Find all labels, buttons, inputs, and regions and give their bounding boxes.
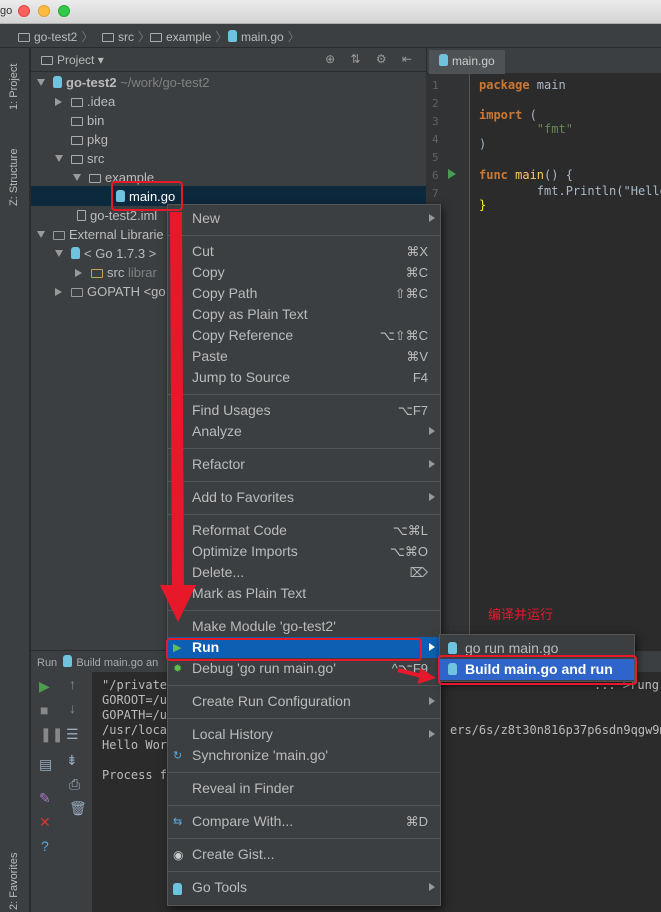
annotation-arrows [160,211,436,684]
annotation-arrow-down [170,211,184,593]
annotation-arrow-right [397,668,423,678]
annotation-arrowhead-right [418,668,436,684]
annotation-arrowhead-down [160,585,196,622]
